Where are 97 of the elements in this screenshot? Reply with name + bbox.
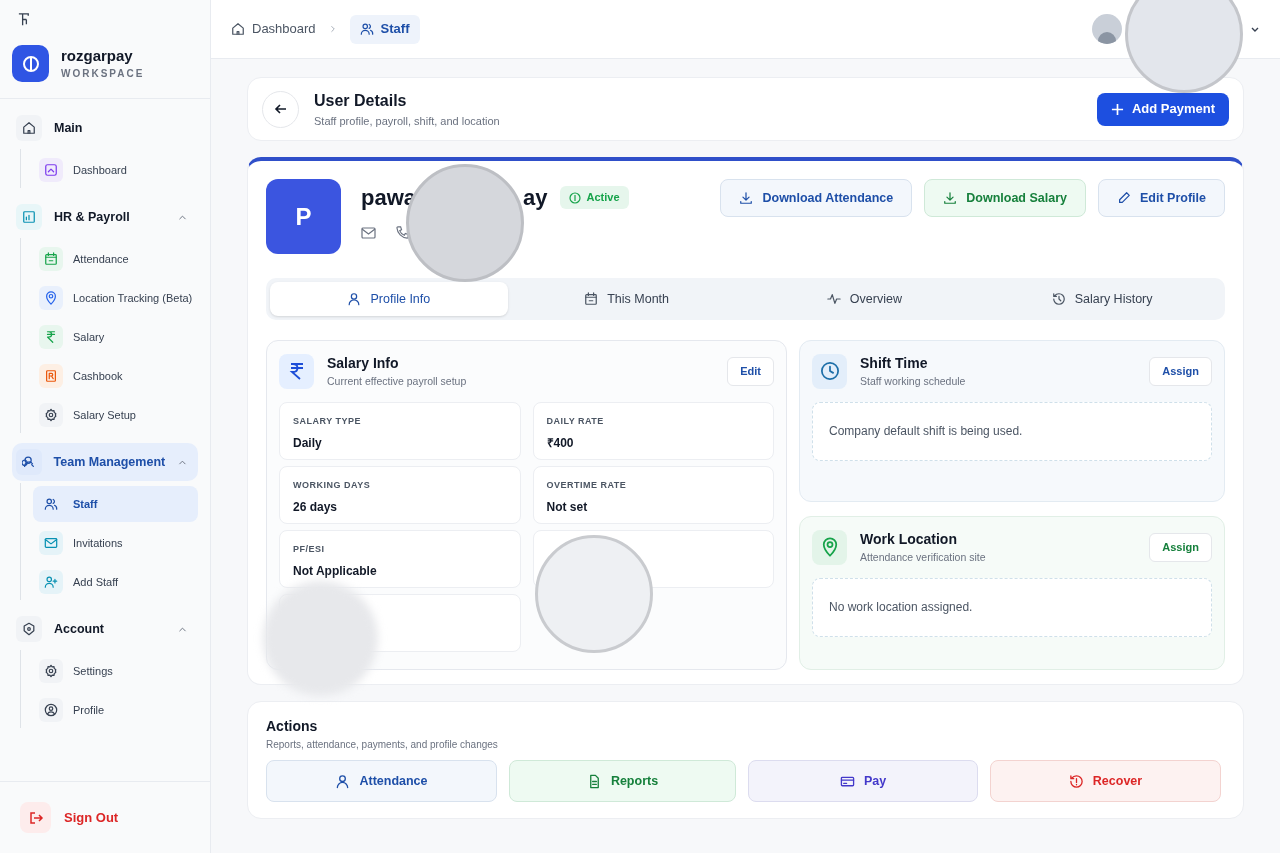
tab[interactable]: This Month xyxy=(507,282,746,316)
sign-out-icon xyxy=(27,809,44,826)
page-title: User Details xyxy=(314,90,408,111)
sidebar-item-icon xyxy=(44,163,58,177)
assign-button[interactable]: Assign xyxy=(1149,356,1212,386)
action-button[interactable]: Reports xyxy=(509,760,736,802)
card-title: Shift Time xyxy=(860,354,929,373)
sidebar-item[interactable]: Cashbook xyxy=(33,358,198,394)
sidebar-item[interactable]: Settings xyxy=(33,653,198,689)
sidebar-item[interactable]: Add Staff xyxy=(33,564,198,600)
sidebar-item-icon xyxy=(44,536,58,550)
calendar-icon xyxy=(584,292,599,306)
sign-out-button[interactable]: Sign Out xyxy=(20,802,119,833)
card-subtitle: Attendance verification site xyxy=(860,550,986,565)
undo-icon xyxy=(1068,773,1084,789)
card-title: Salary Info xyxy=(327,354,400,373)
profile-avatar: P xyxy=(266,179,341,254)
brand-logo-icon xyxy=(12,45,49,82)
download-icon xyxy=(739,191,754,205)
sidebar-item-icon xyxy=(44,408,58,422)
card-subtitle: Current effective payroll setup xyxy=(327,374,467,389)
tab[interactable]: Profile Info xyxy=(270,282,508,316)
sidebar-item-icon xyxy=(44,703,58,717)
sidebar-group[interactable]: HR & Payroll xyxy=(12,198,198,236)
sidebar-item[interactable]: Salary Setup xyxy=(33,397,198,433)
sidebar-item-icon xyxy=(44,291,58,305)
field-value: Daily xyxy=(293,435,323,453)
assign-button[interactable]: Assign xyxy=(1149,532,1212,562)
sidebar-item-icon xyxy=(44,330,58,344)
card-subtitle: Reports, attendance, payments, and profile changes xyxy=(266,738,499,752)
sidebar-group[interactable]: Account xyxy=(12,610,198,648)
action-button[interactable]: Recover xyxy=(990,760,1221,802)
page-subtitle: Staff profile, payroll, shift, and location xyxy=(314,113,500,129)
field-label: PF/ESI xyxy=(293,542,326,556)
sidebar-item[interactable]: Salary xyxy=(33,319,198,355)
sidebar-group[interactable]: Main xyxy=(12,109,198,147)
user-avatar[interactable] xyxy=(1092,14,1122,44)
edit-button[interactable]: Edit xyxy=(727,356,774,386)
sidebar-item[interactable]: Profile xyxy=(33,692,198,728)
action-button[interactable]: Download Salary xyxy=(924,179,1086,217)
sidebar-item[interactable]: Staff xyxy=(33,486,198,522)
field-value: Not set xyxy=(546,499,589,517)
tab[interactable]: Salary History xyxy=(983,282,1221,316)
sidebar-group-icon xyxy=(21,455,36,469)
sidebar-group-icon xyxy=(22,210,36,224)
breadcrumb-link[interactable]: Dashboard xyxy=(231,14,316,44)
card-title: Work Location xyxy=(860,530,958,549)
field-value: Not Applicable xyxy=(293,563,378,581)
sidebar-item[interactable]: Dashboard xyxy=(33,152,198,188)
pulse-icon xyxy=(826,292,841,306)
plus-icon xyxy=(1110,102,1124,116)
action-button[interactable]: Edit Profile xyxy=(1098,179,1225,217)
sidebar-item-icon xyxy=(44,497,58,511)
field-label: OVERTIME RATE xyxy=(546,478,628,492)
download-icon xyxy=(943,191,958,205)
sidebar-item-icon xyxy=(44,664,58,678)
field-label: WORKING DAYS xyxy=(293,478,372,492)
sidebar-group[interactable]: Team Management xyxy=(12,443,198,481)
empty-state-message: Company default shift is being used. xyxy=(812,401,1212,461)
rupee-icon xyxy=(279,353,314,389)
brand-subtitle: WORKSPACE xyxy=(61,67,145,81)
brand-name: rozgarpay xyxy=(61,46,134,66)
sidebar-item[interactable]: Location Tracking (Beta) xyxy=(33,280,198,316)
sidebar-item[interactable]: Attendance xyxy=(33,241,198,277)
mail-icon[interactable] xyxy=(361,226,376,239)
pencil-icon xyxy=(1117,191,1131,205)
field-value: 26 days xyxy=(293,499,339,517)
sidebar-item[interactable]: Invitations xyxy=(33,525,198,561)
user-icon xyxy=(335,773,351,789)
empty-state-message: No work location assigned. xyxy=(812,577,1212,637)
breadcrumb-link[interactable]: Staff xyxy=(349,14,420,44)
back-arrow-icon xyxy=(273,102,288,116)
sidebar-group-icon xyxy=(22,622,36,636)
card-title: Actions xyxy=(266,717,319,736)
sidebar-item-icon xyxy=(44,575,58,589)
field-label: DAILY RATE xyxy=(546,414,605,428)
sidebar-item-icon xyxy=(44,369,58,383)
action-button[interactable]: Download Attendance xyxy=(720,179,913,217)
tab[interactable]: Overview xyxy=(745,282,984,316)
card-subtitle: Staff working schedule xyxy=(860,374,966,389)
users-icon xyxy=(359,22,374,36)
action-button[interactable]: Attendance xyxy=(266,760,497,802)
sidebar-group-icon xyxy=(22,121,36,135)
staff-name: ay xyxy=(523,184,548,212)
action-button[interactable]: Pay xyxy=(748,760,978,802)
status-icon xyxy=(568,191,581,204)
field-label: SALARY TYPE xyxy=(293,414,362,428)
user-icon xyxy=(347,292,362,306)
home-icon xyxy=(231,22,245,36)
add-payment-button[interactable]: Add Payment xyxy=(1096,92,1229,126)
sidebar-toggle-icon[interactable] xyxy=(17,12,32,27)
phone-icon[interactable] xyxy=(396,226,409,239)
status-badge: Active xyxy=(559,186,629,209)
history-icon xyxy=(1051,292,1066,306)
sidebar-item-icon xyxy=(44,252,58,266)
field-value: ₹400 xyxy=(546,435,575,453)
clock-icon xyxy=(819,361,840,382)
